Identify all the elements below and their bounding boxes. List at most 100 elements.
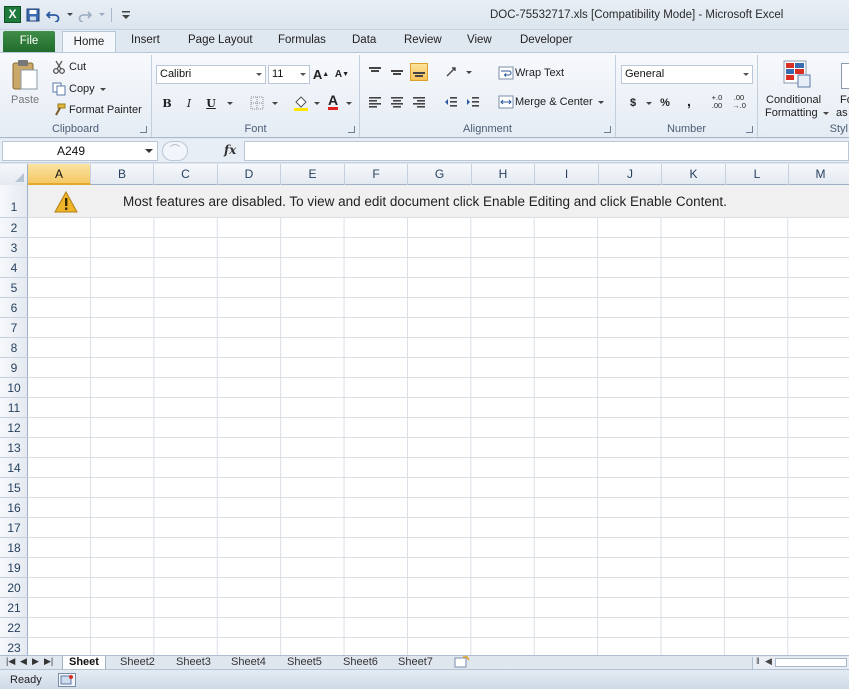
tab-page-layout[interactable]: Page Layout <box>188 30 253 52</box>
tab-formulas[interactable]: Formulas <box>278 30 326 52</box>
tab-data[interactable]: Data <box>352 30 376 52</box>
row-header[interactable]: 18 <box>0 538 28 558</box>
column-header[interactable]: J <box>599 164 662 185</box>
undo-icon[interactable] <box>45 7 61 23</box>
sheet-tab[interactable]: Sheet3 <box>170 656 217 670</box>
name-box-dropdown-icon[interactable] <box>145 149 153 153</box>
sheet-tab[interactable]: Sheet4 <box>225 656 272 670</box>
fill-color-button[interactable] <box>292 94 310 112</box>
row-header[interactable]: 3 <box>0 238 28 258</box>
save-icon[interactable] <box>25 7 41 23</box>
row-header[interactable]: 13 <box>0 438 28 458</box>
wrap-text-button[interactable]: Wrap Text <box>498 66 564 80</box>
decrease-decimal-button[interactable]: .00 →.0 <box>730 93 748 111</box>
underline-dropdown-icon[interactable] <box>227 102 233 105</box>
row-header[interactable]: 10 <box>0 378 28 398</box>
font-name-select[interactable]: Calibri <box>156 65 266 84</box>
format-as-table-icon[interactable] <box>841 63 849 89</box>
number-format-select[interactable]: General <box>621 65 753 84</box>
row-header[interactable]: 8 <box>0 338 28 358</box>
row-header[interactable]: 17 <box>0 518 28 538</box>
paste-icon[interactable] <box>10 59 40 91</box>
row-header[interactable]: 6 <box>0 298 28 318</box>
paste-button[interactable]: Paste <box>11 94 39 106</box>
tab-insert[interactable]: Insert <box>131 30 160 52</box>
row-header[interactable]: 1 <box>0 185 28 218</box>
font-color-button[interactable]: A <box>324 92 342 110</box>
sheet-tab[interactable]: Sheet5 <box>281 656 328 670</box>
clipboard-launcher-icon[interactable] <box>140 126 147 133</box>
copy-dropdown-icon[interactable] <box>99 87 106 91</box>
column-header[interactable]: I <box>535 164 599 185</box>
borders-button[interactable] <box>248 94 266 112</box>
insert-function-button[interactable]: fx <box>224 143 236 157</box>
next-sheet-icon[interactable]: ▶ <box>32 656 39 667</box>
scroll-left-icon[interactable]: ◀ <box>765 656 772 667</box>
decrease-indent-button[interactable] <box>442 93 460 111</box>
alignment-launcher-icon[interactable] <box>604 126 611 133</box>
horizontal-scrollbar[interactable]: ‖ ◀ <box>752 656 849 669</box>
align-center-button[interactable] <box>388 93 406 111</box>
column-header[interactable]: A <box>28 164 91 185</box>
row-header[interactable]: 19 <box>0 558 28 578</box>
macro-record-icon[interactable] <box>58 673 76 687</box>
sheet-tab[interactable]: Sheet <box>62 656 106 670</box>
align-middle-button[interactable] <box>388 63 406 81</box>
align-right-button[interactable] <box>410 93 428 111</box>
increase-decimal-button[interactable]: +.0 .00 <box>708 93 726 111</box>
row-header[interactable]: 4 <box>0 258 28 278</box>
column-header[interactable]: B <box>91 164 154 185</box>
prev-sheet-icon[interactable]: ◀ <box>20 656 27 667</box>
increase-indent-button[interactable] <box>464 93 482 111</box>
conditional-formatting-icon[interactable] <box>782 59 812 89</box>
number-launcher-icon[interactable] <box>746 126 753 133</box>
fill-color-dropdown-icon[interactable] <box>314 102 320 105</box>
cut-button[interactable]: Cut <box>52 60 86 74</box>
row-header[interactable]: 11 <box>0 398 28 418</box>
format-painter-button[interactable]: Format Painter <box>52 103 142 117</box>
merge-center-button[interactable]: Merge & Center <box>498 95 604 109</box>
sheet-tab[interactable]: Sheet7 <box>392 656 439 670</box>
column-header[interactable]: G <box>408 164 472 185</box>
row-header[interactable]: 2 <box>0 218 28 238</box>
undo-dropdown-icon[interactable] <box>67 13 73 16</box>
row-header[interactable]: 22 <box>0 618 28 638</box>
row-header[interactable]: 5 <box>0 278 28 298</box>
tab-view[interactable]: View <box>467 30 492 52</box>
scroll-thumb[interactable] <box>775 658 847 667</box>
conditional-formatting-button[interactable]: Formatting <box>765 107 829 119</box>
align-top-button[interactable] <box>366 63 384 81</box>
align-left-button[interactable] <box>366 93 384 111</box>
cell-area[interactable] <box>28 185 849 655</box>
column-header[interactable]: K <box>662 164 726 185</box>
row-header[interactable]: 12 <box>0 418 28 438</box>
split-handle-icon[interactable]: ‖ <box>756 656 760 666</box>
sheet-tab[interactable]: Sheet6 <box>337 656 384 670</box>
tab-review[interactable]: Review <box>404 30 442 52</box>
align-bottom-button[interactable] <box>410 63 428 81</box>
excel-logo-icon[interactable]: X <box>4 6 21 23</box>
tab-home[interactable]: Home <box>62 31 116 53</box>
orientation-button[interactable] <box>444 63 462 81</box>
column-header[interactable]: L <box>726 164 789 185</box>
column-header[interactable]: M <box>789 164 849 185</box>
row-header[interactable]: 16 <box>0 498 28 518</box>
currency-button[interactable]: $ <box>624 94 642 112</box>
orientation-dropdown-icon[interactable] <box>466 71 472 74</box>
sheet-tab[interactable]: Sheet2 <box>114 656 161 670</box>
last-sheet-icon[interactable]: ▶| <box>44 656 53 667</box>
font-color-dropdown-icon[interactable] <box>346 102 352 105</box>
bold-button[interactable]: B <box>158 94 176 112</box>
percent-button[interactable]: % <box>656 94 674 112</box>
select-all-button[interactable] <box>0 164 28 185</box>
font-launcher-icon[interactable] <box>348 126 355 133</box>
row-header[interactable]: 9 <box>0 358 28 378</box>
column-header[interactable]: F <box>345 164 408 185</box>
font-size-select[interactable]: 11 <box>268 65 310 84</box>
currency-dropdown-icon[interactable] <box>646 102 652 105</box>
tab-developer[interactable]: Developer <box>520 30 572 52</box>
tab-file[interactable]: File <box>3 31 55 53</box>
first-sheet-icon[interactable]: |◀ <box>6 656 15 667</box>
merge-center-dropdown-icon[interactable] <box>597 100 604 104</box>
formula-input[interactable] <box>244 141 849 161</box>
